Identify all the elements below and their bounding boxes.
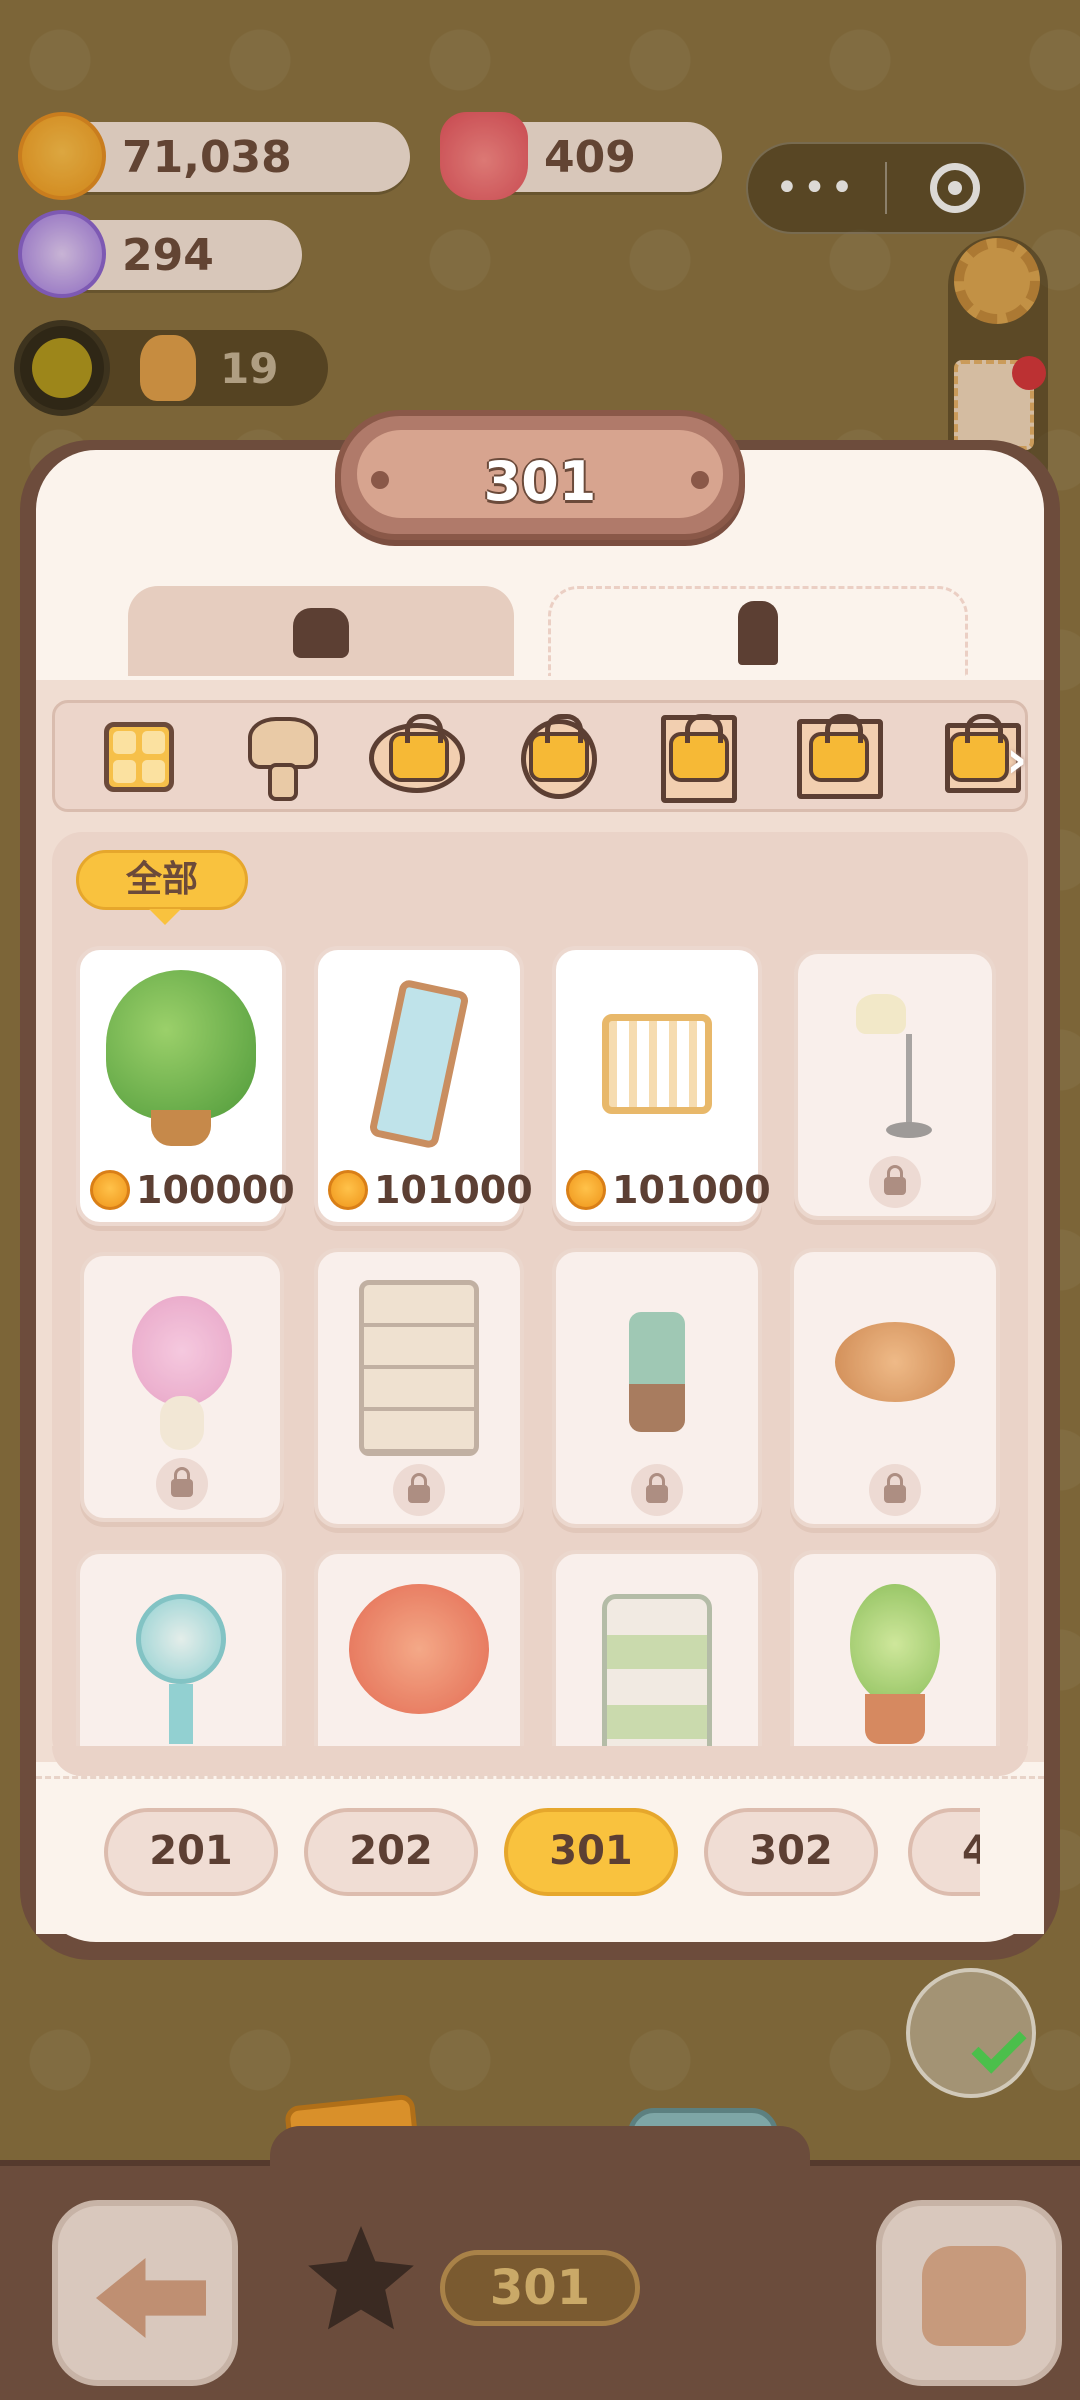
item-price: 101000 [328,1164,533,1216]
tab-decor[interactable] [548,586,968,676]
room-tab[interactable]: 4 [908,1808,980,1896]
current-room-label: 301 [440,2250,640,2326]
armchair-icon [922,2246,1026,2346]
maple-tree-image [349,1584,489,1714]
modal-title: 301 [483,450,597,513]
cookie-coin-icon [90,1170,130,1210]
electric-fan-image [136,1594,226,1684]
item-card[interactable]: 100000 [76,946,295,1226]
lock-icon [869,1156,921,1208]
lock-icon [949,714,1009,782]
lock-icon [809,714,869,782]
item-card[interactable] [314,1248,524,1528]
check-icon [971,2018,1027,2074]
lamp-icon [244,717,318,801]
wooden-crib-image [602,1014,712,1114]
lock-icon [529,714,589,782]
item-card[interactable] [80,1252,284,1522]
item-card[interactable] [552,1248,762,1528]
money-plant-image [850,1584,940,1704]
cherry-blossom-vase-image [132,1296,232,1406]
category-clock[interactable] [511,714,607,799]
category-all[interactable] [91,715,187,799]
item-card[interactable] [790,1248,1000,1528]
item-card[interactable] [794,950,996,1220]
back-button[interactable] [52,2200,238,2386]
grid-all-icon [104,722,174,792]
room-tabs: 201 202 301 302 4 [52,1790,980,1910]
cookie-coin-icon [566,1170,606,1210]
title-plaque: 301 [335,410,745,540]
confirm-edit-button[interactable] [906,1968,1036,2098]
bread-basket-image [835,1322,955,1402]
arrow-left-icon [96,2258,206,2338]
category-window[interactable] [791,714,887,799]
item-price: 101000 [566,1164,771,1216]
armchair-icon [293,608,349,658]
item-card[interactable]: 101000 [552,946,771,1226]
lock-icon [393,1464,445,1516]
category-lamp[interactable] [231,715,327,801]
umbrella-stand-image [629,1312,685,1432]
cookie-coin-icon [328,1170,368,1210]
filter-all-badge[interactable]: 全部 [76,850,248,925]
drawer-cabinet-image [602,1594,712,1764]
room-tab[interactable]: 202 [304,1808,478,1896]
potted-plant-image [106,970,256,1120]
item-card[interactable]: 101000 [314,946,533,1226]
display-shelf-image [359,1280,479,1456]
lock-icon [669,714,729,782]
lock-icon [869,1464,921,1516]
item-price: 100000 [90,1164,295,1216]
floor-mirror-image [368,978,470,1150]
panel-bottom-edge [52,1746,1028,1776]
floor-lamp-image [856,994,906,1034]
category-rug[interactable] [369,714,467,799]
category-bar [52,700,1028,812]
furniture-button[interactable] [876,2200,1062,2386]
chevron-right-icon[interactable]: › [1006,730,1046,790]
lock-icon [631,1464,683,1516]
category-frame[interactable] [651,714,747,803]
room-tab[interactable]: 302 [704,1808,878,1896]
brush-icon [738,601,778,665]
tab-furniture[interactable] [128,586,514,676]
room-tab[interactable]: 201 [104,1808,278,1896]
lock-icon [156,1458,208,1510]
lock-icon [389,714,449,782]
room-tab-selected[interactable]: 301 [504,1808,678,1896]
